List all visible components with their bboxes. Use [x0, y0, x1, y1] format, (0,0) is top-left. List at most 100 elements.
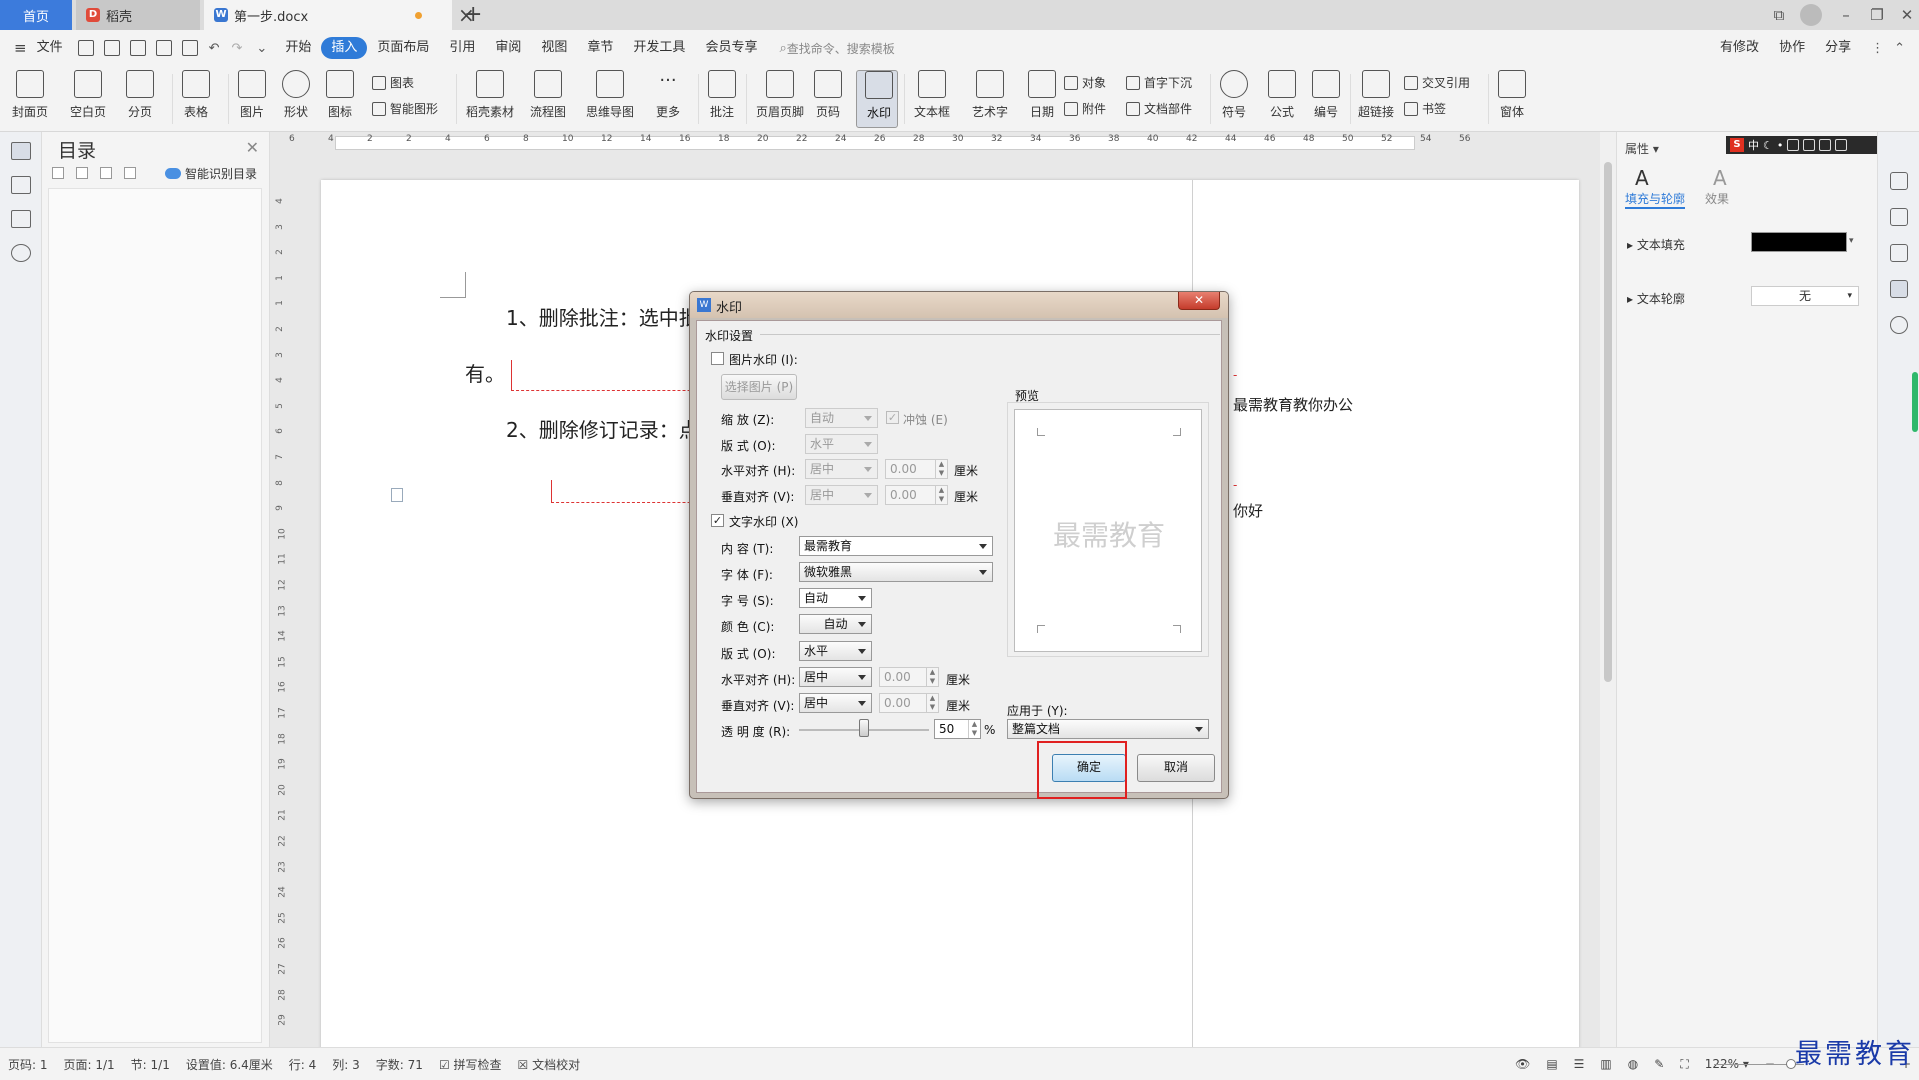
- has-changes-button[interactable]: 有修改: [1710, 37, 1769, 59]
- bookmark-nav-icon[interactable]: [10, 210, 31, 228]
- pic-halign-spin[interactable]: 0.00 ▲ ▼: [885, 459, 948, 479]
- hyperlink-button[interactable]: 超链接: [1358, 70, 1394, 120]
- web-view-icon[interactable]: ◍: [1620, 1057, 1646, 1071]
- size-select[interactable]: 自动: [799, 588, 872, 608]
- ime-dot-icon[interactable]: •: [1777, 139, 1784, 152]
- formula-button[interactable]: 公式: [1268, 70, 1296, 120]
- sogou-icon[interactable]: S: [1730, 138, 1744, 152]
- text-valign-select[interactable]: 居中: [799, 693, 872, 713]
- pic-halign-select[interactable]: 居中: [805, 459, 878, 479]
- date-button[interactable]: 日期: [1028, 70, 1056, 120]
- collapse-ribbon-icon[interactable]: ⌃: [1894, 41, 1905, 56]
- ime-keyboard-icon[interactable]: [1787, 139, 1800, 151]
- tab-effect[interactable]: 效果: [1705, 190, 1729, 207]
- picture-watermark-checkbox[interactable]: [711, 352, 724, 365]
- export-icon[interactable]: [129, 40, 146, 56]
- chart-button[interactable]: 图表: [372, 74, 414, 91]
- tab-home[interactable]: 首页: [0, 0, 72, 30]
- new-doc-icon[interactable]: [77, 40, 94, 56]
- properties-icon[interactable]: [1889, 280, 1908, 298]
- tab-daoke[interactable]: D 稻壳: [76, 0, 200, 30]
- table-button[interactable]: 表格: [182, 70, 210, 120]
- toc-nav-icon[interactable]: [10, 142, 31, 160]
- text-valign-spin[interactable]: 0.00 ▲ ▼: [879, 693, 939, 713]
- watermark-button[interactable]: 水印: [856, 70, 898, 128]
- object-button[interactable]: 对象: [1064, 74, 1106, 91]
- daoke-material-button[interactable]: 稻壳素材: [466, 70, 514, 120]
- hamburger-icon[interactable]: ≡: [14, 39, 27, 57]
- text-layout-select[interactable]: 水平: [799, 641, 872, 661]
- comment-note-2[interactable]: 你好: [1233, 500, 1263, 521]
- outline-view-icon[interactable]: ☰: [1566, 1057, 1593, 1071]
- outline-select[interactable]: 无 ▾: [1751, 286, 1859, 306]
- print-preview-icon[interactable]: [181, 40, 198, 56]
- close-window-icon[interactable]: ✕: [1896, 4, 1918, 26]
- fill-outline-icon[interactable]: A: [1635, 166, 1649, 190]
- eye-icon[interactable]: 👁: [1507, 1057, 1538, 1071]
- find-nav-icon[interactable]: [10, 244, 31, 262]
- more-quick-icon[interactable]: ⌄: [256, 41, 267, 56]
- bookmark-button[interactable]: 书签: [1404, 100, 1446, 117]
- print-icon[interactable]: [155, 40, 172, 56]
- textbox-button[interactable]: 文本框: [914, 70, 950, 120]
- menu-insert[interactable]: 插入: [321, 37, 368, 59]
- read-view-icon[interactable]: ▥: [1592, 1057, 1619, 1071]
- spell-check-button[interactable]: ☑ 拼写检查: [431, 1056, 510, 1073]
- wordart-button[interactable]: 艺术字: [972, 70, 1008, 120]
- transparency-slider-handle[interactable]: [859, 719, 869, 737]
- ime-tools-icon[interactable]: [1835, 139, 1848, 151]
- toc-add-icon[interactable]: [100, 167, 112, 179]
- tab-document[interactable]: W 第一步.docx: [204, 0, 452, 30]
- menu-file[interactable]: 文件: [27, 37, 73, 59]
- color-select[interactable]: 自动: [799, 614, 872, 634]
- fill-color-swatch[interactable]: [1751, 232, 1847, 252]
- paragraph-icon[interactable]: [391, 488, 403, 502]
- ime-moon-icon[interactable]: ☾: [1763, 139, 1773, 152]
- page-number-button[interactable]: 页码: [814, 70, 842, 120]
- menu-page-layout[interactable]: 页面布局: [367, 37, 439, 59]
- save-icon[interactable]: [103, 40, 120, 56]
- scroll-thumb[interactable]: [1604, 162, 1612, 682]
- share-button[interactable]: 分享: [1815, 37, 1861, 59]
- dialog-close-button[interactable]: ✕: [1178, 292, 1220, 310]
- comment-note-1[interactable]: 最需教育教你办公: [1233, 394, 1353, 415]
- menu-references[interactable]: 引用: [439, 37, 485, 59]
- page-break-button[interactable]: 分页: [126, 70, 154, 120]
- ime-skin-icon[interactable]: [1819, 139, 1832, 151]
- smart-art-button[interactable]: 智能图形: [372, 100, 438, 117]
- search-input[interactable]: 查找命令、搜索模板: [787, 40, 895, 57]
- header-footer-button[interactable]: 页眉页脚: [756, 70, 804, 120]
- cover-page-button[interactable]: 封面页: [12, 70, 48, 120]
- ime-user-icon[interactable]: [1803, 139, 1816, 151]
- text-watermark-checkbox[interactable]: ✓: [711, 514, 724, 527]
- menu-review[interactable]: 审阅: [485, 37, 531, 59]
- layout-icon[interactable]: ⧉: [1768, 4, 1790, 26]
- pic-valign-select[interactable]: 居中: [805, 485, 878, 505]
- dropcap-button[interactable]: 首字下沉: [1126, 74, 1192, 91]
- scale-select[interactable]: 自动: [805, 408, 878, 428]
- select-icon[interactable]: [1889, 244, 1908, 262]
- proofread-button[interactable]: ☒ 文档校对: [510, 1056, 589, 1073]
- effect-icon[interactable]: A: [1713, 166, 1727, 190]
- text-outline-row[interactable]: ▸ 文本轮廓: [1627, 290, 1685, 307]
- flowchart-button[interactable]: 流程图: [530, 70, 566, 120]
- status-words[interactable]: 字数: 71: [368, 1056, 431, 1073]
- icon-button[interactable]: 图标: [326, 70, 354, 120]
- form-button[interactable]: 窗体: [1498, 70, 1526, 120]
- menu-view[interactable]: 视图: [531, 37, 577, 59]
- menu-start[interactable]: 开始: [275, 37, 321, 59]
- cancel-button[interactable]: 取消: [1137, 754, 1215, 782]
- page-view-icon[interactable]: ▤: [1538, 1057, 1565, 1071]
- symbol-button[interactable]: 符号: [1220, 70, 1248, 120]
- docpart-button[interactable]: 文档部件: [1126, 100, 1192, 117]
- undo-icon[interactable]: ↶: [209, 41, 220, 56]
- chapter-nav-icon[interactable]: [10, 176, 31, 194]
- transparency-spin[interactable]: 50 ▲ ▼: [934, 719, 981, 739]
- help-icon[interactable]: [1889, 316, 1908, 334]
- avatar[interactable]: [1800, 4, 1822, 26]
- style-icon[interactable]: [1889, 172, 1908, 190]
- fit-icon[interactable]: ⛶: [1672, 1057, 1696, 1072]
- collaborate-button[interactable]: 协作: [1769, 37, 1815, 59]
- shape-button[interactable]: 形状: [282, 70, 310, 120]
- restore-icon[interactable]: ❐: [1866, 4, 1888, 26]
